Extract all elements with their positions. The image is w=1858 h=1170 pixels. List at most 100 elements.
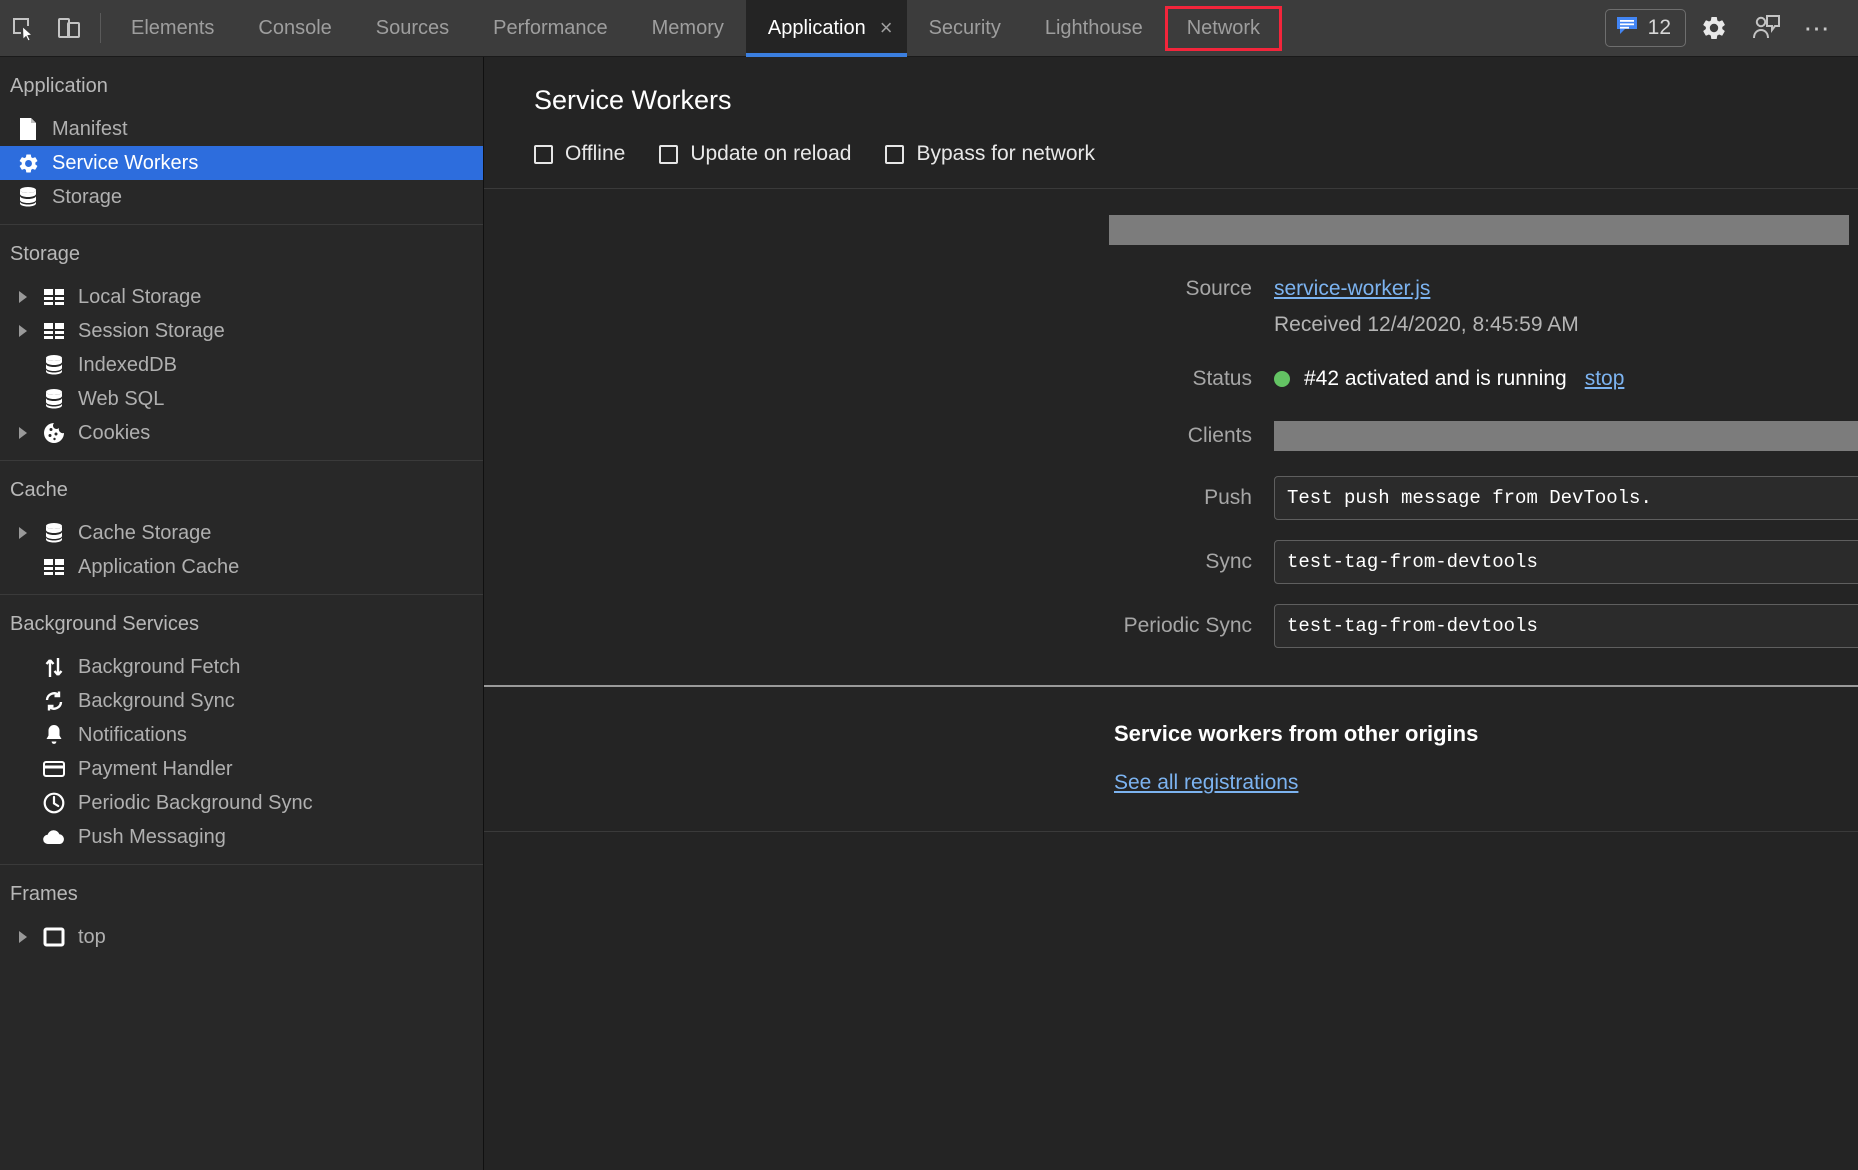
sidebar-group-storage: Storage Local Storage Session Storage [0,225,483,461]
sidebar-item-periodic-background-sync[interactable]: Periodic Background Sync [0,786,483,820]
database-icon [36,521,72,545]
received-timestamp: Received 12/4/2020, 8:45:59 AM [484,313,1858,337]
tab-label: Application [768,17,866,40]
application-sidebar: Application Manifest Service Workers Sto… [0,57,484,1170]
tab-console[interactable]: Console [236,0,353,57]
push-label: Push [484,486,1274,510]
message-count: 12 [1648,16,1671,40]
checkbox-box[interactable] [534,145,553,164]
sidebar-item-notifications[interactable]: Notifications [0,718,483,752]
message-bubble-icon [1616,15,1638,41]
tab-elements[interactable]: Elements [109,0,236,57]
sidebar-item-label: Web SQL [72,388,164,411]
sync-label: Sync [484,550,1274,574]
sidebar-item-local-storage[interactable]: Local Storage [0,280,483,314]
source-file-link[interactable]: service-worker.js [1274,277,1430,301]
offline-checkbox[interactable]: Offline [534,142,625,166]
sidebar-item-push-messaging[interactable]: Push Messaging [0,820,483,854]
sidebar-item-label: IndexedDB [72,354,177,377]
tab-application[interactable]: Application × [746,0,907,57]
sidebar-item-label: Background Sync [72,690,235,713]
sidebar-item-background-fetch[interactable]: Background Fetch [0,650,483,684]
tab-network[interactable]: Network [1165,6,1282,51]
sidebar-item-label: Application Cache [72,556,239,579]
expand-arrow-icon[interactable] [10,325,36,337]
stop-link[interactable]: stop [1585,367,1625,391]
expand-arrow-icon[interactable] [10,931,36,943]
table-icon [36,287,72,307]
database-icon [36,353,72,377]
sidebar-group-title: Storage [0,225,483,280]
tab-label: Console [258,17,331,40]
sidebar-item-label: Push Messaging [72,826,226,849]
checkbox-box[interactable] [885,145,904,164]
checkbox-box[interactable] [659,145,678,164]
tab-label: Elements [131,17,214,40]
periodic-sync-row: Periodic Sync Periodic Sync [484,603,1858,649]
source-row: Source service-worker.js [484,277,1858,301]
frame-icon [36,926,72,948]
sidebar-group-frames: Frames top [0,865,483,954]
bypass-for-network-checkbox[interactable]: Bypass for network [885,142,1095,166]
service-worker-options: Offline Update on reload Bypass for netw… [484,116,1858,188]
tab-label: Memory [652,17,724,40]
expand-arrow-icon[interactable] [10,291,36,303]
bell-icon [36,723,72,747]
table-icon [36,557,72,577]
tab-label: Performance [493,17,608,40]
see-all-registrations-link[interactable]: See all registrations [1114,771,1298,795]
sidebar-item-label: Manifest [46,118,128,141]
sidebar-item-indexeddb[interactable]: IndexedDB [0,348,483,382]
sidebar-item-service-workers[interactable]: Service Workers [0,146,483,180]
inspect-element-icon[interactable] [0,6,46,51]
device-toolbar-icon[interactable] [46,6,92,51]
sidebar-item-top-frame[interactable]: top [0,920,483,954]
sidebar-item-manifest[interactable]: Manifest [0,112,483,146]
more-options-icon[interactable]: ⋯ [1794,4,1842,52]
push-message-input[interactable] [1274,476,1858,520]
gear-icon [10,152,46,175]
other-origins-section: Service workers from other origins See a… [484,687,1858,795]
periodic-sync-label: Periodic Sync [484,614,1274,638]
close-icon[interactable]: × [880,17,893,39]
sidebar-item-label: Background Fetch [72,656,240,679]
tab-lighthouse[interactable]: Lighthouse [1023,0,1165,57]
tab-performance[interactable]: Performance [471,0,630,57]
sidebar-item-cookies[interactable]: Cookies [0,416,483,450]
updown-arrows-icon [36,655,72,679]
sync-row: Sync Sync [484,539,1858,585]
sidebar-item-web-sql[interactable]: Web SQL [0,382,483,416]
sync-tag-input[interactable] [1274,540,1858,584]
update-on-reload-checkbox[interactable]: Update on reload [659,142,851,166]
panel-header: Service Workers [484,57,1858,116]
service-worker-registration: Network requests Update Unregister Sourc… [484,189,1858,649]
redacted-client-url [1274,421,1858,451]
sidebar-item-storage[interactable]: Storage [0,180,483,214]
periodic-sync-tag-input[interactable] [1274,604,1858,648]
cloud-icon [36,827,72,847]
sidebar-item-cache-storage[interactable]: Cache Storage [0,516,483,550]
settings-gear-icon[interactable] [1690,4,1738,52]
sidebar-item-background-sync[interactable]: Background Sync [0,684,483,718]
feedback-person-icon[interactable] [1742,4,1790,52]
expand-arrow-icon[interactable] [10,427,36,439]
message-count-badge[interactable]: 12 [1605,9,1686,47]
devtools-toolbar: Elements Console Sources Performance Mem… [0,0,1858,57]
service-workers-panel: Service Workers Offline Update on reload… [484,57,1858,1170]
checkbox-label: Update on reload [690,142,851,166]
sidebar-item-session-storage[interactable]: Session Storage [0,314,483,348]
tab-memory[interactable]: Memory [630,0,746,57]
database-icon [36,387,72,411]
clients-row: Clients focus [484,421,1858,451]
tab-label: Network [1187,17,1260,40]
sidebar-item-label: Session Storage [72,320,225,343]
tab-sources[interactable]: Sources [354,0,471,57]
sidebar-item-payment-handler[interactable]: Payment Handler [0,752,483,786]
other-origins-title: Service workers from other origins [1114,721,1858,747]
sidebar-item-application-cache[interactable]: Application Cache [0,550,483,584]
checkbox-label: Bypass for network [916,142,1095,166]
tab-security[interactable]: Security [907,0,1023,57]
expand-arrow-icon[interactable] [10,527,36,539]
status-indicator-dot [1274,371,1290,387]
tab-label: Sources [376,17,449,40]
